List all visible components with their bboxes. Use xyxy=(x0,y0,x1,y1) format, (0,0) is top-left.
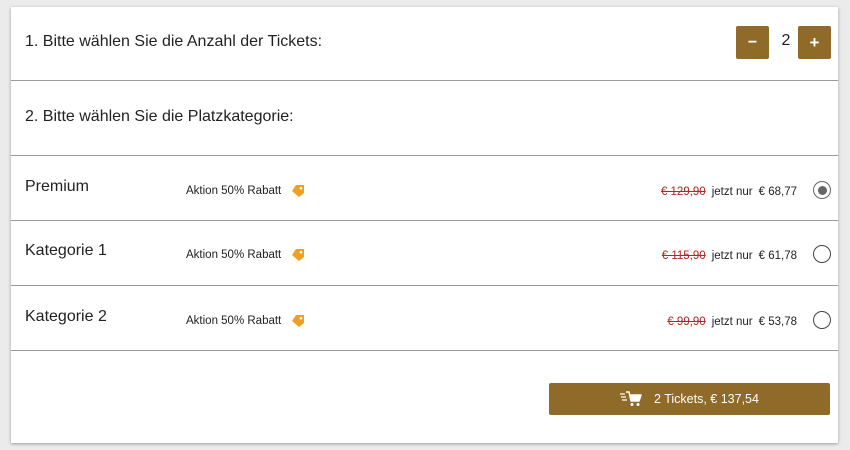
category-label: 2. Bitte wählen Sie die Platzkategorie: xyxy=(25,108,294,125)
quantity-value: 2 xyxy=(781,32,791,49)
new-price: € 61,78 xyxy=(758,250,797,262)
old-price: € 115,90 xyxy=(661,250,706,262)
promo-info: Aktion 50% Rabatt xyxy=(186,315,305,327)
price-tag-icon xyxy=(292,185,305,197)
new-price: € 53,78 xyxy=(758,316,797,328)
old-price: € 99,90 xyxy=(667,316,706,328)
now-label: jetzt nur xyxy=(711,250,753,262)
category-name: Kategorie 1 xyxy=(25,242,107,259)
price-info: € 115,90 jetzt nur € 61,78 xyxy=(662,250,797,262)
promo-info: Aktion 50% Rabatt xyxy=(186,185,305,197)
divider xyxy=(11,80,838,81)
promo-text: Aktion 50% Rabatt xyxy=(186,315,282,327)
cta-label: 2 Tickets, € 137,54 xyxy=(654,392,759,406)
ticket-count-label: 1. Bitte wählen Sie die Anzahl der Ticke… xyxy=(25,33,323,50)
category-radio-premium[interactable] xyxy=(813,181,831,199)
promo-info: Aktion 50% Rabatt xyxy=(186,249,305,261)
ticket-selection-card: 1. Bitte wählen Sie die Anzahl der Ticke… xyxy=(11,7,838,443)
price-info: € 99,90 jetzt nur € 53,78 xyxy=(667,316,797,328)
category-radio-kategorie-2[interactable] xyxy=(813,311,831,329)
divider xyxy=(11,350,838,351)
category-row-premium[interactable]: Premium Aktion 50% Rabatt € 129,90 jetzt… xyxy=(11,156,838,220)
category-name: Kategorie 2 xyxy=(25,308,107,325)
old-price: € 129,90 xyxy=(660,186,706,198)
category-radio-kategorie-1[interactable] xyxy=(813,245,831,263)
now-label: jetzt nur xyxy=(711,186,753,198)
new-price: € 68,77 xyxy=(758,186,797,198)
price-info: € 129,90 jetzt nur € 68,77 xyxy=(661,186,797,198)
plus-icon: + xyxy=(809,32,820,52)
category-row-kategorie-1[interactable]: Kategorie 1 Aktion 50% Rabatt € 115,90 j… xyxy=(11,221,838,285)
increase-quantity-button[interactable]: + xyxy=(798,26,831,59)
price-tag-icon xyxy=(292,315,305,327)
category-name: Premium xyxy=(25,178,90,195)
price-tag-icon xyxy=(292,249,305,261)
now-label: jetzt nur xyxy=(711,316,753,328)
category-row-kategorie-2[interactable]: Kategorie 2 Aktion 50% Rabatt € 99,90 je… xyxy=(11,286,838,350)
add-to-cart-button[interactable]: 2 Tickets, € 137,54 xyxy=(549,383,830,415)
decrease-quantity-button[interactable]: − xyxy=(736,26,769,59)
promo-text: Aktion 50% Rabatt xyxy=(186,249,282,261)
minus-icon: − xyxy=(747,33,758,51)
promo-text: Aktion 50% Rabatt xyxy=(186,185,282,197)
cart-icon xyxy=(620,391,642,406)
radio-selected-dot xyxy=(817,185,827,195)
